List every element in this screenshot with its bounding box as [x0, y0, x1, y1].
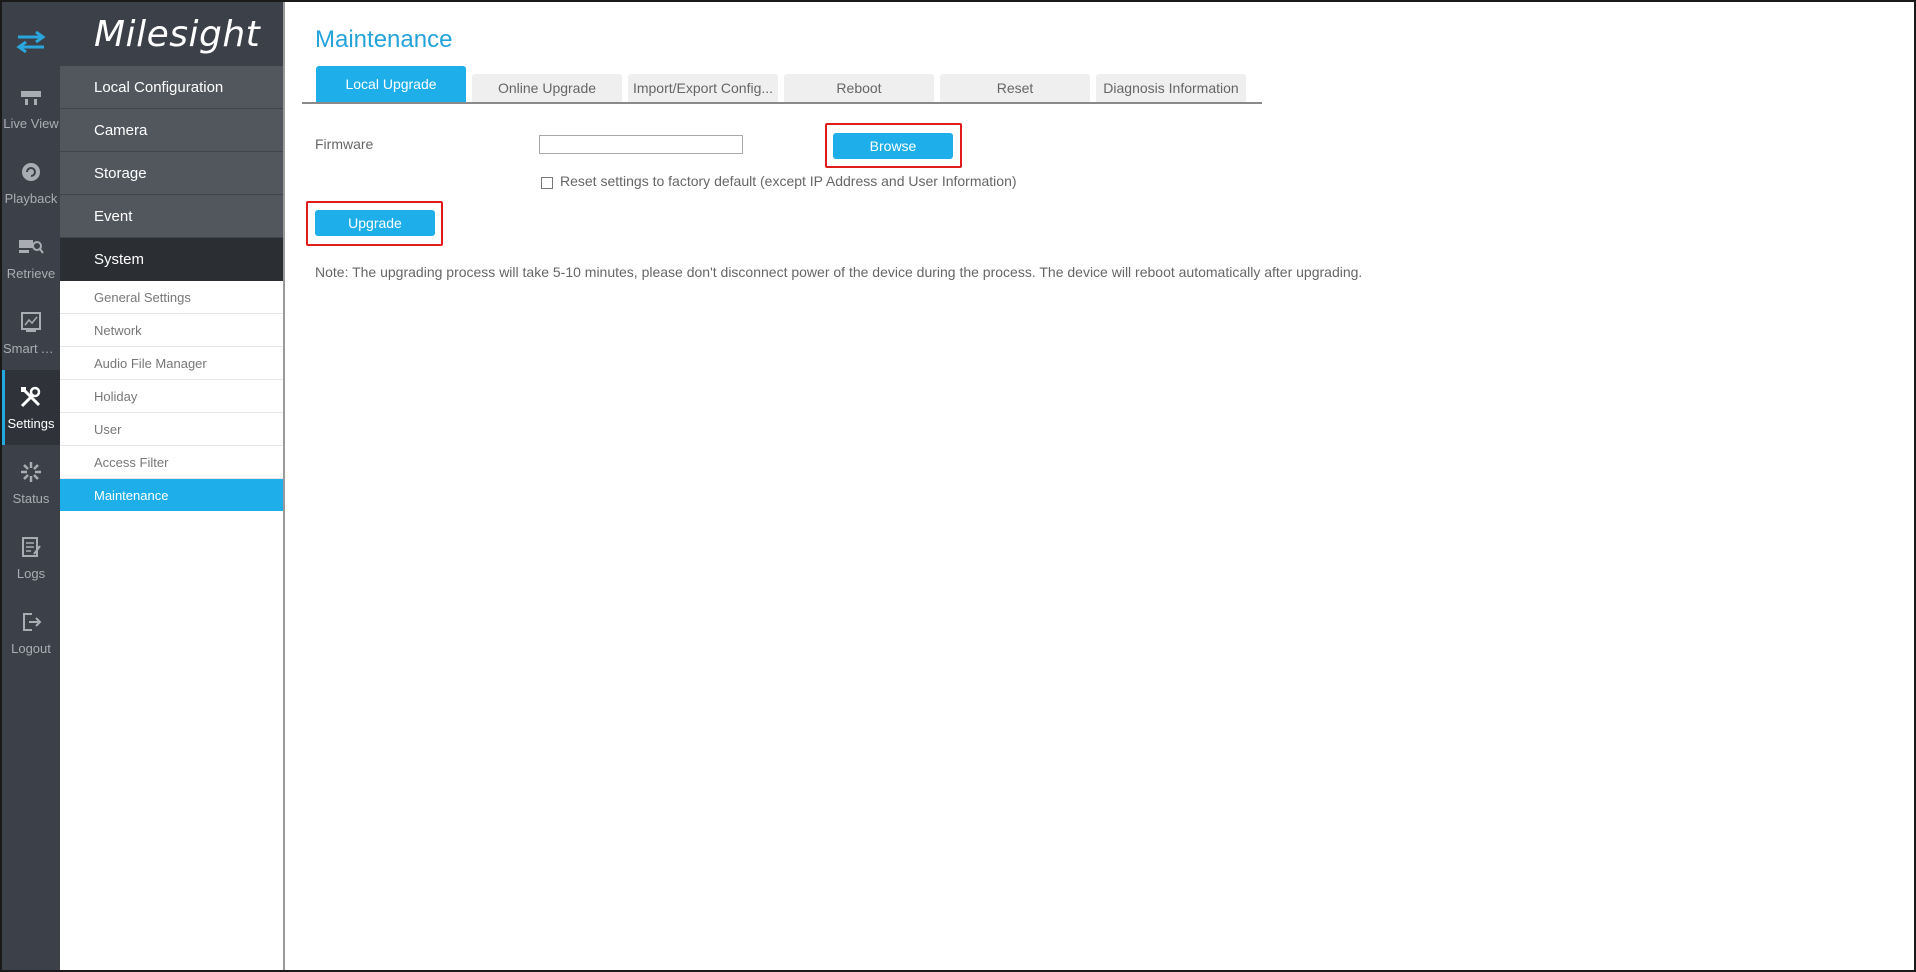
tab-diagnosis-information[interactable]: Diagnosis Information — [1096, 74, 1246, 102]
settings-icon — [18, 384, 44, 410]
rail-label: Smart A... — [3, 341, 59, 356]
submenu-item-maintenance[interactable]: Maintenance — [60, 479, 283, 511]
submenu-item-network[interactable]: Network — [60, 314, 283, 347]
status-icon — [18, 459, 44, 485]
rail-label: Live View — [3, 116, 59, 131]
rail-item-settings[interactable]: Settings — [2, 370, 60, 445]
rail-item-playback[interactable]: Playback — [2, 145, 60, 220]
reset-factory-label: Reset settings to factory default (excep… — [560, 173, 1017, 189]
menu-item-local-configuration[interactable]: Local Configuration — [60, 66, 283, 109]
submenu-item-holiday[interactable]: Holiday — [60, 380, 283, 413]
swap-arrows-icon — [16, 31, 46, 53]
brand-logo: Milesight — [60, 2, 283, 66]
rail-item-status[interactable]: Status — [2, 445, 60, 520]
reset-factory-checkbox[interactable] — [541, 177, 553, 189]
rail-label: Logout — [11, 641, 51, 656]
browse-button[interactable]: Browse — [833, 133, 953, 159]
rail-item-logs[interactable]: Logs — [2, 520, 60, 595]
menu-item-event[interactable]: Event — [60, 195, 283, 238]
rail-item-live-view[interactable]: Live View — [2, 70, 60, 145]
rail-item-logout[interactable]: Logout — [2, 595, 60, 670]
upgrade-button[interactable]: Upgrade — [315, 210, 435, 236]
rail-label: Playback — [4, 191, 58, 206]
tab-local-upgrade[interactable]: Local Upgrade — [316, 66, 466, 102]
rail-label: Retrieve — [6, 266, 56, 281]
logout-icon — [18, 609, 44, 635]
submenu-item-audio-file-manager[interactable]: Audio File Manager — [60, 347, 283, 380]
tab-bar: Local Upgrade Online Upgrade Import/Expo… — [302, 66, 1262, 104]
tab-import-export-config[interactable]: Import/Export Config... — [628, 74, 778, 102]
upgrade-note: Note: The upgrading process will take 5-… — [315, 264, 1363, 280]
submenu-item-user[interactable]: User — [60, 413, 283, 446]
tab-reboot[interactable]: Reboot — [784, 74, 934, 102]
tab-reset[interactable]: Reset — [940, 74, 1090, 102]
rail-item-smart-analysis[interactable]: Smart A... — [2, 295, 60, 370]
rail-item-retrieve[interactable]: Retrieve — [2, 220, 60, 295]
icon-rail: Live View Playback Retrieve Smart A... S — [2, 2, 60, 970]
page-title: Maintenance — [315, 26, 453, 53]
tab-online-upgrade[interactable]: Online Upgrade — [472, 74, 622, 102]
playback-icon — [18, 159, 44, 185]
main-content: Maintenance Local Upgrade Online Upgrade… — [285, 2, 1914, 970]
retrieve-icon — [18, 234, 44, 260]
menu-item-storage[interactable]: Storage — [60, 152, 283, 195]
rail-label: Logs — [16, 566, 46, 581]
rail-label: Status — [12, 491, 50, 506]
app-window: Live View Playback Retrieve Smart A... S — [0, 0, 1916, 972]
menu-item-camera[interactable]: Camera — [60, 109, 283, 152]
submenu-item-general-settings[interactable]: General Settings — [60, 281, 283, 314]
menu-item-system[interactable]: System — [60, 238, 283, 281]
smart-analysis-icon — [18, 309, 44, 335]
settings-menu: Milesight Local Configuration Camera Sto… — [60, 2, 285, 970]
submenu-item-access-filter[interactable]: Access Filter — [60, 446, 283, 479]
firmware-file-input[interactable] — [539, 135, 743, 154]
firmware-label: Firmware — [315, 136, 374, 152]
logs-icon — [18, 534, 44, 560]
rail-label: Settings — [7, 416, 55, 431]
live-view-icon — [18, 84, 44, 110]
